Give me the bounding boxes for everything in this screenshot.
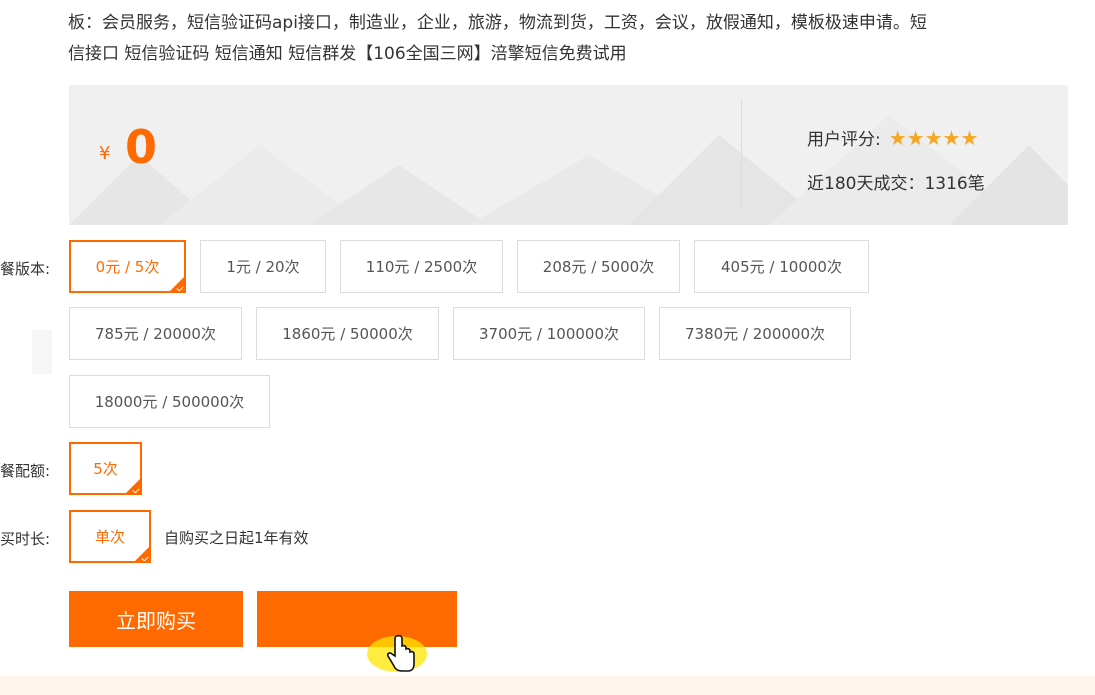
recent-deals: 近180天成交：1316笔 <box>807 174 985 194</box>
user-rating: 用户评分: ★ ★ ★ ★ ★ <box>807 125 979 151</box>
price-panel: ¥ 0 用户评分: ★ ★ ★ ★ ★ 近180天成交：1316笔 <box>69 85 1068 225</box>
description-line-1: 板：会员服务，短信验证码api接口，制造业，企业，旅游，物流到货，工资，会议，放… <box>68 13 927 33</box>
package-option-label: 1元 / 20次 <box>226 258 300 276</box>
selected-check-icon <box>126 479 140 493</box>
package-option-label: 405元 / 10000次 <box>721 258 842 276</box>
purchase-duration-label: 买时长: <box>0 530 51 548</box>
description-line-2: 信接口 短信验证码 短信通知 短信群发【106全国三网】涪擎短信免费试用 <box>68 44 627 64</box>
star-icon: ★ <box>888 125 907 150</box>
hand-cursor-icon <box>367 634 427 672</box>
product-description: 板：会员服务，短信验证码api接口，制造业，企业，旅游，物流到货，工资，会议，放… <box>68 8 1068 70</box>
footer-band <box>0 676 1095 695</box>
package-version-label: 餐版本: <box>0 260 51 278</box>
currency-symbol: ¥ <box>99 143 111 164</box>
package-option-1[interactable]: 1元 / 20次 <box>200 240 326 293</box>
star-icon: ★ <box>906 125 925 150</box>
package-option-7[interactable]: 3700元 / 100000次 <box>453 307 645 360</box>
selected-check-icon <box>170 277 184 291</box>
package-option-8[interactable]: 7380元 / 200000次 <box>659 307 851 360</box>
package-option-label: 110元 / 2500次 <box>365 258 478 276</box>
package-option-4[interactable]: 405元 / 10000次 <box>694 240 869 293</box>
price-value: 0 <box>125 120 158 174</box>
package-option-9[interactable]: 18000元 / 500000次 <box>69 375 270 428</box>
rating-stars: ★ ★ ★ ★ ★ <box>889 128 979 148</box>
side-decoration <box>32 330 52 374</box>
package-option-0[interactable]: 0元 / 5次 <box>69 240 186 293</box>
package-option-6[interactable]: 1860元 / 50000次 <box>256 307 439 360</box>
quota-option-0[interactable]: 5次 <box>69 442 142 495</box>
product-purchase-page: 板：会员服务，短信验证码api接口，制造业，企业，旅游，物流到货，工资，会议，放… <box>0 0 1095 695</box>
package-option-label: 7380元 / 200000次 <box>684 325 826 343</box>
package-option-label: 3700元 / 100000次 <box>478 325 620 343</box>
star-icon: ★ <box>924 125 943 150</box>
package-option-label: 18000元 / 500000次 <box>94 393 245 411</box>
package-option-label: 785元 / 20000次 <box>95 325 216 343</box>
package-quota-label: 餐配额: <box>0 462 51 480</box>
mountain-background-graphic <box>69 115 1068 225</box>
selected-check-icon <box>135 547 149 561</box>
star-icon: ★ <box>942 125 961 150</box>
duration-option-label: 单次 <box>94 528 125 546</box>
buy-now-button[interactable]: 立即购买 <box>69 591 243 647</box>
validity-note: 自购买之日起1年有效 <box>164 529 309 547</box>
package-option-label: 208元 / 5000次 <box>542 258 655 276</box>
rating-label: 用户评分: <box>807 130 881 150</box>
duration-option-0[interactable]: 单次 <box>69 510 151 563</box>
package-option-3[interactable]: 208元 / 5000次 <box>517 240 680 293</box>
package-option-label: 1860元 / 50000次 <box>282 325 413 343</box>
quota-option-label: 5次 <box>93 460 118 478</box>
package-option-5[interactable]: 785元 / 20000次 <box>69 307 242 360</box>
package-option-2[interactable]: 110元 / 2500次 <box>340 240 503 293</box>
price-panel-divider <box>741 99 742 211</box>
star-icon: ★ <box>960 125 979 150</box>
package-option-label: 0元 / 5次 <box>95 258 160 276</box>
